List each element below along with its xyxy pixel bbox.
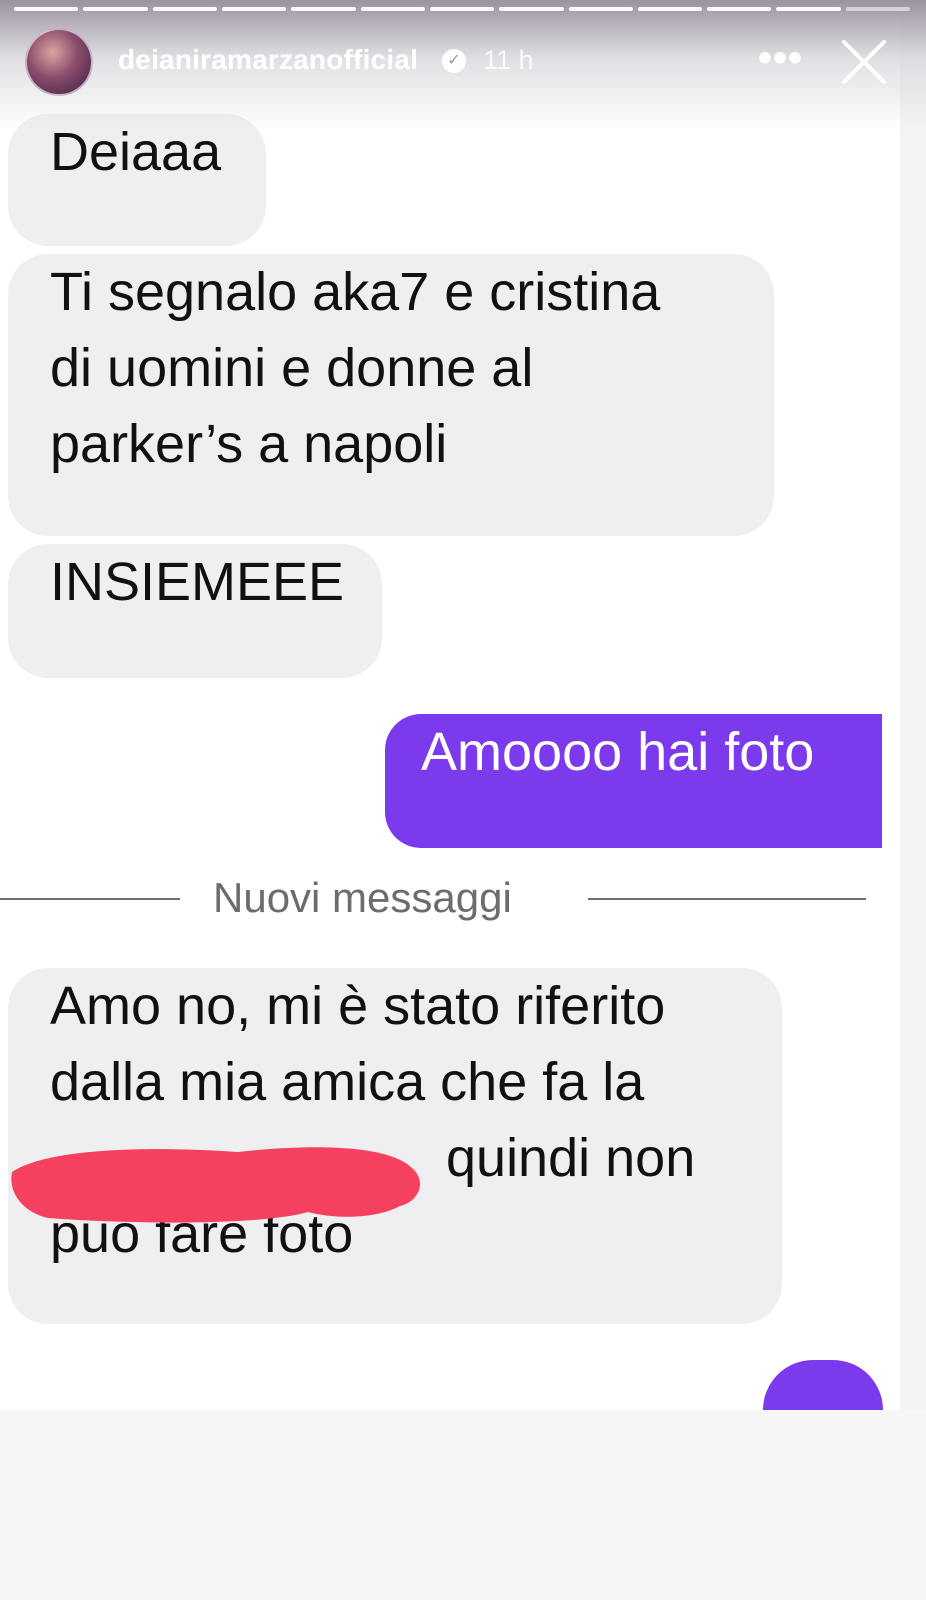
- outgoing-message: Amoooo hai foto: [385, 714, 882, 848]
- progress-segment: [83, 7, 148, 11]
- progress-segment: [291, 7, 356, 11]
- verified-badge-icon: ✓: [442, 49, 466, 73]
- message-text: Ti segnalo aka7 e cristina: [50, 262, 661, 322]
- message-text: dalla mia amica che fa la: [50, 1052, 645, 1112]
- divider-line: [0, 898, 180, 900]
- progress-segment: [360, 7, 425, 11]
- message-text: parker’s a napoli: [50, 414, 448, 474]
- message-text: Amoooo hai foto: [421, 722, 815, 782]
- story-background: [0, 1410, 926, 1600]
- progress-segment: [152, 7, 217, 11]
- new-messages-divider: Nuovi messaggi: [213, 874, 512, 921]
- story-viewer: Deiaaa Ti segnalo aka7 e cristina di uom…: [0, 0, 926, 1600]
- progress-segment: [568, 7, 633, 11]
- progress-segment: [707, 7, 772, 11]
- incoming-message: Ti segnalo aka7 e cristina di uomini e d…: [8, 254, 774, 536]
- progress-segment: [221, 7, 287, 11]
- message-text: di uomini e donne al: [50, 338, 534, 398]
- progress-segment: [637, 7, 703, 11]
- progress-segment: [14, 7, 79, 11]
- avatar[interactable]: [25, 28, 93, 96]
- message-text: INSIEMEEE: [50, 552, 345, 612]
- progress-segment: [776, 7, 841, 11]
- more-options-icon[interactable]: •••: [758, 36, 803, 81]
- redaction-scribble: [11, 1147, 421, 1223]
- story-timestamp: 11 h: [483, 45, 534, 75]
- divider-line: [588, 898, 866, 900]
- story-progress-bar: [14, 7, 911, 11]
- screenshot-edge: [900, 0, 926, 1410]
- progress-segment: [499, 7, 564, 11]
- progress-segment: [845, 7, 911, 11]
- incoming-message: Deiaaa: [8, 114, 266, 246]
- progress-segment: [429, 7, 495, 11]
- story-username[interactable]: deianiramarzanofficial: [118, 44, 418, 76]
- message-text: Amo no, mi è stato riferito: [50, 976, 666, 1036]
- incoming-message: INSIEMEEE: [8, 544, 382, 678]
- close-icon[interactable]: [840, 38, 888, 86]
